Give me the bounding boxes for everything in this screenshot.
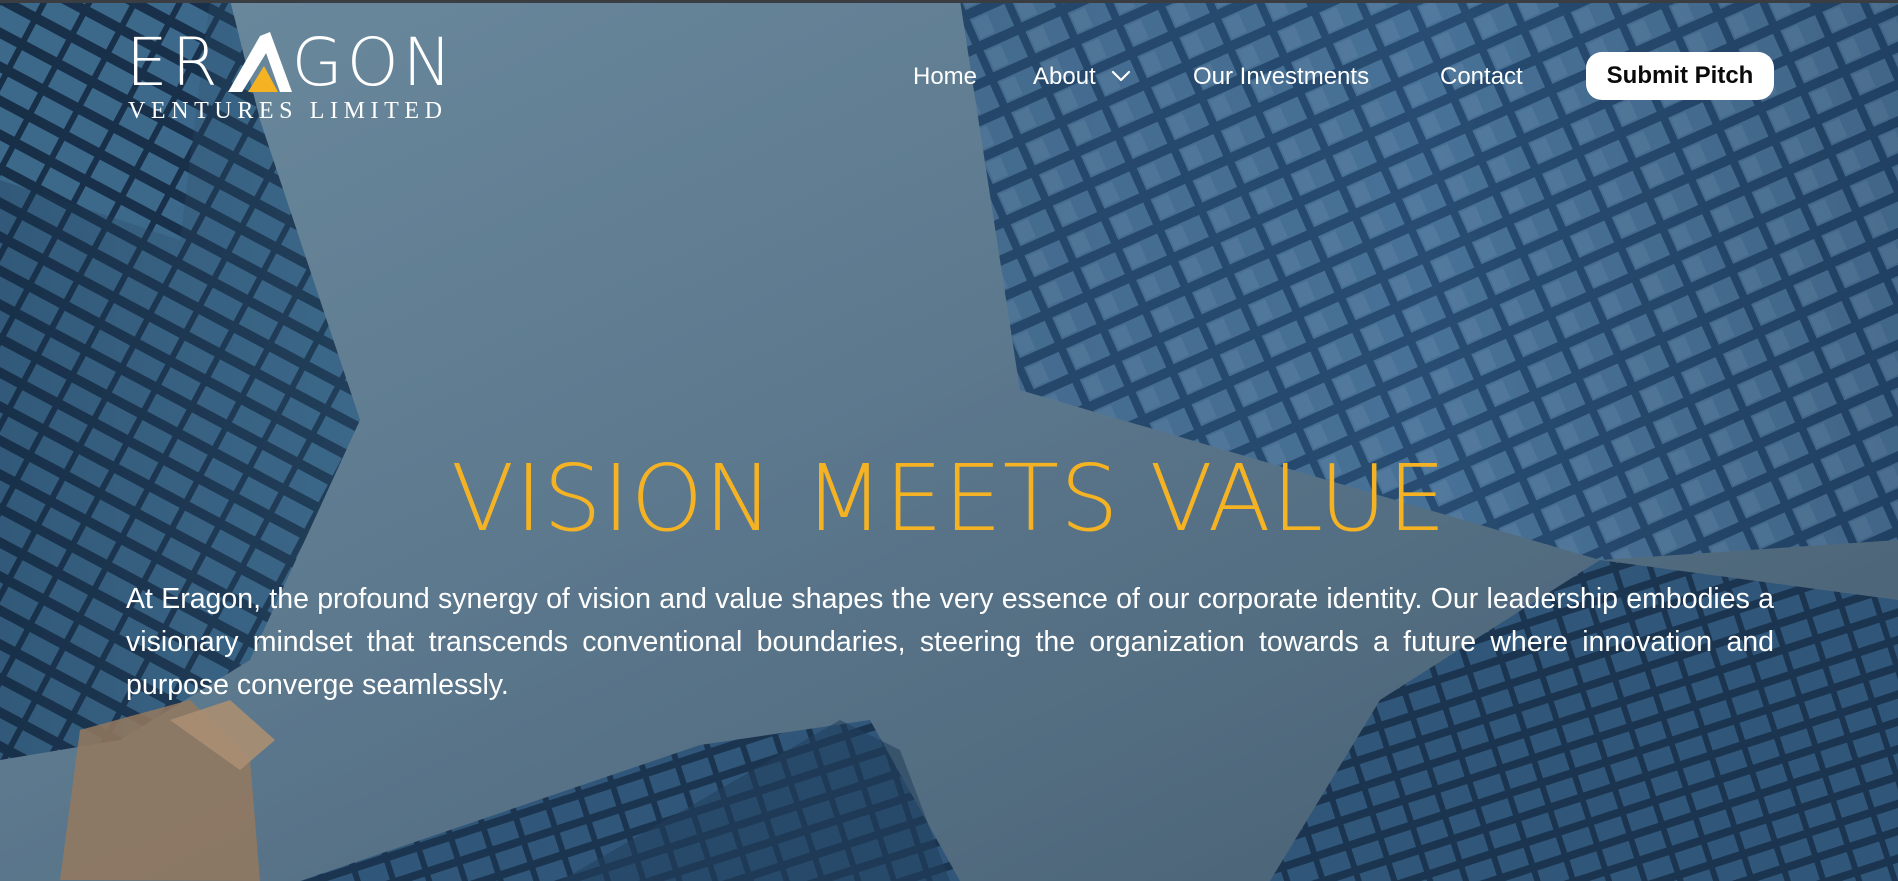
submit-pitch-button[interactable]: Submit Pitch xyxy=(1586,52,1774,100)
nav-contact[interactable]: Contact xyxy=(1440,62,1523,92)
chevron-down-icon xyxy=(1112,70,1131,82)
top-edge xyxy=(0,0,1898,3)
hero-background-image xyxy=(0,0,1898,881)
logo-tagline: VENTURES LIMITED xyxy=(128,98,448,124)
nav-our-investments[interactable]: Our Investments xyxy=(1193,62,1369,92)
main-nav: Home About Our Investments Contact Submi… xyxy=(0,52,1898,100)
nav-about[interactable]: About xyxy=(1033,62,1132,92)
hero-title: VISION MEETS VALUE xyxy=(451,445,1447,552)
hero-section: ER GON VENTURES LIMITED Home About Our In… xyxy=(0,0,1898,881)
nav-about-label: About xyxy=(1033,63,1096,90)
nav-home[interactable]: Home xyxy=(913,62,977,92)
hero-description: At Eragon, the profound synergy of visio… xyxy=(126,583,1774,701)
